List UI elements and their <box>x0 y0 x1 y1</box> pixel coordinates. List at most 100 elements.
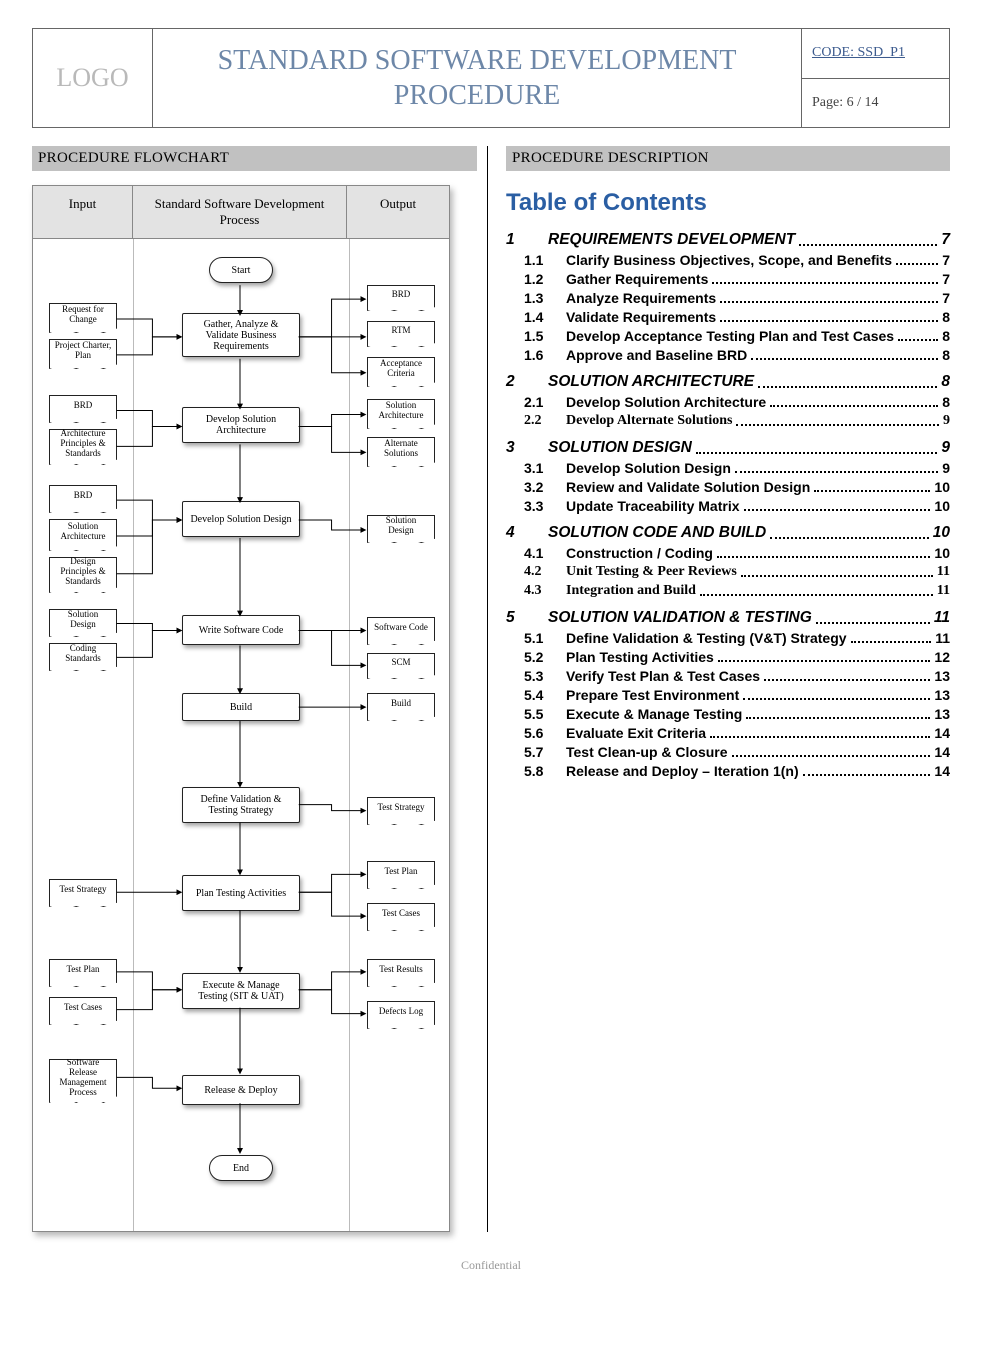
toc-num: 1.4 <box>524 309 566 325</box>
flowchart: Input Standard Software Development Proc… <box>32 185 450 1232</box>
toc-leader <box>718 660 931 662</box>
toc-page: 10 <box>934 498 950 514</box>
toc-leader <box>743 698 930 700</box>
toc-label: Unit Testing & Peer Reviews <box>566 564 737 580</box>
input-i6: Solution Architecture <box>49 519 117 551</box>
toc-num: 1.3 <box>524 290 566 306</box>
toc-leader <box>746 717 930 719</box>
lane-header-output: Output <box>347 186 449 238</box>
document-header: LOGO STANDARD SOFTWARE DEVELOPMENT PROCE… <box>32 28 950 128</box>
toc-entry[interactable]: 5.1Define Validation & Testing (V&T) Str… <box>506 630 950 646</box>
toc-num: 5.3 <box>524 668 566 684</box>
toc-entry[interactable]: 4.3Integration and Build11 <box>506 583 950 599</box>
toc-page: 14 <box>934 763 950 779</box>
toc-leader <box>735 471 938 473</box>
toc-leader <box>758 386 937 388</box>
output-o4: Solution Architecture <box>367 399 435 429</box>
toc-label: Prepare Test Environment <box>566 687 739 703</box>
toc-leader <box>770 537 929 539</box>
lane-header-process: Standard Software Development Process <box>133 186 347 238</box>
toc-label: Develop Solution Design <box>566 460 731 476</box>
toc-label: Review and Validate Solution Design <box>566 479 810 495</box>
toc-entry[interactable]: 2SOLUTION ARCHITECTURE8 <box>506 373 950 391</box>
toc-entry[interactable]: 1.6Approve and Baseline BRD8 <box>506 347 950 363</box>
toc-num: 3.1 <box>524 460 566 476</box>
input-i1: Request for Change <box>49 303 117 333</box>
toc-num: 5.5 <box>524 706 566 722</box>
toc-label: Define Validation & Testing (V&T) Strate… <box>566 630 847 646</box>
toc-leader <box>896 263 938 265</box>
toc-leader <box>717 556 930 558</box>
toc-num: 5.4 <box>524 687 566 703</box>
toc-leader <box>751 358 938 360</box>
toc-leader <box>898 339 938 341</box>
output-o1: BRD <box>367 285 435 311</box>
toc-entry[interactable]: 5.4Prepare Test Environment 13 <box>506 687 950 703</box>
toc-entry[interactable]: 1REQUIREMENTS DEVELOPMENT7 <box>506 231 950 249</box>
toc-page: 8 <box>941 373 950 391</box>
output-o7: Software Code <box>367 617 435 645</box>
toc-num: 1.1 <box>524 252 566 268</box>
toc-entry[interactable]: 3.1Develop Solution Design9 <box>506 460 950 476</box>
toc-page: 7 <box>942 290 950 306</box>
toc-page: 7 <box>942 271 950 287</box>
toc-entry[interactable]: 1.5Develop Acceptance Testing Plan and T… <box>506 328 950 344</box>
node-p8: Execute & Manage Testing (SIT & UAT) <box>182 973 300 1009</box>
toc-num: 3 <box>506 439 548 457</box>
output-o10: Test Strategy <box>367 797 435 825</box>
toc-label: Validate Requirements <box>566 309 716 325</box>
node-start: Start <box>209 257 273 283</box>
toc-page: 8 <box>942 328 950 344</box>
footer-label: Confidential <box>32 1258 950 1273</box>
toc-entry[interactable]: 3SOLUTION DESIGN9 <box>506 439 950 457</box>
toc-page: 13 <box>934 687 950 703</box>
toc-label: Develop Solution Architecture <box>566 394 766 410</box>
toc-entry[interactable]: 3.2Review and Validate Solution Design10 <box>506 479 950 495</box>
toc-num: 5 <box>506 609 548 627</box>
toc-label: Clarify Business Objectives, Scope, and … <box>566 252 892 268</box>
toc-leader <box>799 244 937 246</box>
toc-entry[interactable]: 4SOLUTION CODE AND BUILD10 <box>506 524 950 542</box>
toc-page: 13 <box>934 668 950 684</box>
toc-num: 1.2 <box>524 271 566 287</box>
toc-entry[interactable]: 5SOLUTION VALIDATION & TESTING11 <box>506 609 950 627</box>
input-i8: Solution Design <box>49 609 117 637</box>
section-heading-description: PROCEDURE DESCRIPTION <box>506 146 950 171</box>
toc-entry[interactable]: 1.3Analyze Requirements 7 <box>506 290 950 306</box>
toc-entry[interactable]: 5.7Test Clean-up & Closure14 <box>506 744 950 760</box>
toc-entry[interactable]: 4.1Construction / Coding10 <box>506 545 950 561</box>
toc-entry[interactable]: 5.2Plan Testing Activities12 <box>506 649 950 665</box>
toc-num: 5.6 <box>524 725 566 741</box>
toc-entry[interactable]: 5.8Release and Deploy – Iteration 1(n)14 <box>506 763 950 779</box>
toc-leader <box>851 641 932 643</box>
toc-entry[interactable]: 2.2Develop Alternate Solutions9 <box>506 413 950 429</box>
toc-entry[interactable]: 5.3Verify Test Plan & Test Cases13 <box>506 668 950 684</box>
toc-page: 9 <box>943 413 950 429</box>
toc-entry[interactable]: 1.2Gather Requirements7 <box>506 271 950 287</box>
logo-cell: LOGO <box>33 29 153 127</box>
toc-page: 10 <box>934 545 950 561</box>
code-value: SSD_P1 <box>858 45 905 61</box>
toc-label: SOLUTION ARCHITECTURE <box>548 373 754 391</box>
toc-leader <box>816 622 930 624</box>
input-i4: Architecture Principles & Standards <box>49 429 117 465</box>
toc-entry[interactable]: 3.3Update Traceability Matrix10 <box>506 498 950 514</box>
toc-num: 1.5 <box>524 328 566 344</box>
toc-leader <box>696 452 938 454</box>
node-p4: Write Software Code <box>182 615 300 645</box>
toc-leader <box>720 301 938 303</box>
toc-entry[interactable]: 4.2Unit Testing & Peer Reviews11 <box>506 564 950 580</box>
toc-entry[interactable]: 1.4Validate Requirements8 <box>506 309 950 325</box>
toc-label: Integration and Build <box>566 583 696 599</box>
toc-entry[interactable]: 5.6Evaluate Exit Criteria14 <box>506 725 950 741</box>
toc-leader <box>764 679 930 681</box>
toc-entry[interactable]: 1.1Clarify Business Objectives, Scope, a… <box>506 252 950 268</box>
toc-label: Analyze Requirements <box>566 290 716 306</box>
toc-label: Plan Testing Activities <box>566 649 714 665</box>
left-column: PROCEDURE FLOWCHART Input Standard Softw… <box>32 146 487 1232</box>
toc-entry[interactable]: 2.1Develop Solution Architecture8 <box>506 394 950 410</box>
toc-label: Evaluate Exit Criteria <box>566 725 706 741</box>
input-i9: Coding Standards <box>49 643 117 671</box>
output-o8: SCM <box>367 653 435 679</box>
toc-entry[interactable]: 5.5Execute & Manage Testing13 <box>506 706 950 722</box>
